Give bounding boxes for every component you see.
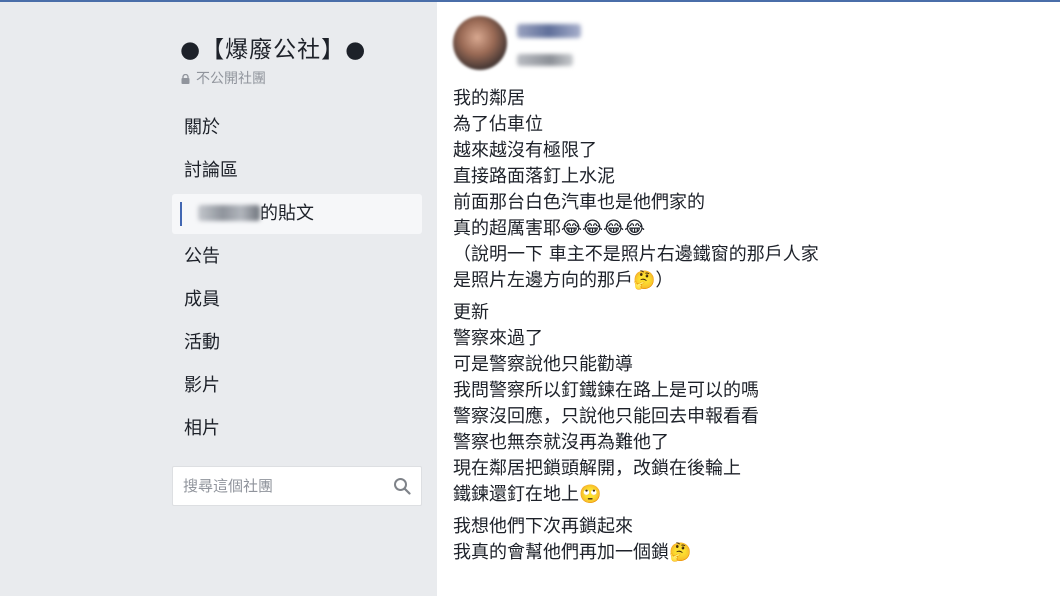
sidebar-item-member-posts-label: 的貼文 (260, 203, 314, 224)
post-line: 警察來過了 (453, 328, 543, 349)
group-nav: 關於 討論區 的貼文 公告 成員 活動 影片 相片 (172, 108, 422, 452)
post-line: （說明一下 車主不是照片右邊鐵窗的那戶人家 (453, 244, 819, 265)
blurred-member-name (198, 205, 260, 221)
post-line: 我的鄰居 (453, 88, 525, 109)
sidebar-item-photos[interactable]: 相片 (172, 409, 422, 449)
group-search-box (172, 466, 422, 506)
post-line: 越來越沒有極限了 (453, 140, 597, 161)
lock-icon (181, 74, 190, 84)
post-line: 是照片左邊方向的那戶🤔） (453, 270, 674, 291)
sidebar-item-videos[interactable]: 影片 (172, 366, 422, 406)
post-paragraph: 更新 警察來過了 可是警察說他只能勸導 我問警察所以釘鐵鍊在路上是可以的嗎 警察… (453, 300, 1043, 508)
post-line: 更新 (453, 302, 489, 323)
post-paragraph: 我想他們下次再鎖起來 我真的會幫他們再加一個鎖🤔 (453, 514, 1043, 566)
post-line: 前面那台白色汽車也是他們家的 (453, 192, 705, 213)
post-line: 我問警察所以釘鐵鍊在路上是可以的嗎 (453, 380, 759, 401)
blurred-post-timestamp[interactable] (517, 54, 573, 66)
post-line: 可是警察說他只能勸導 (453, 354, 633, 375)
post-line: 真的超厲害耶😂😂😂😂 (453, 218, 646, 239)
post-line: 為了佔車位 (453, 114, 543, 135)
post-line: 鐵鍊還釘在地上🙄 (453, 484, 602, 505)
sidebar-item-discussion[interactable]: 討論區 (172, 151, 422, 191)
sidebar-item-announcements[interactable]: 公告 (172, 237, 422, 277)
sidebar-item-events[interactable]: 活動 (172, 323, 422, 363)
group-title[interactable]: ●【爆廢公社】● (180, 30, 366, 64)
post-line: 警察沒回應，只說他只能回去申報看看 (453, 406, 759, 427)
group-privacy-label: 不公開社團 (196, 71, 266, 87)
post-line: 我真的會幫他們再加一個鎖🤔 (453, 542, 692, 563)
sidebar-item-member-posts[interactable]: 的貼文 (172, 194, 422, 234)
post-line: 直接路面落釘上水泥 (453, 166, 615, 187)
post-card: 我的鄰居 為了佔車位 越來越沒有極限了 直接路面落釘上水泥 前面那台白色汽車也是… (437, 2, 1060, 596)
search-icon[interactable] (393, 477, 411, 495)
post-line: 警察也無奈就沒再為難他了 (453, 432, 669, 453)
post-body: 我的鄰居 為了佔車位 越來越沒有極限了 直接路面落釘上水泥 前面那台白色汽車也是… (453, 86, 1043, 572)
post-line: 我想他們下次再鎖起來 (453, 516, 633, 537)
post-paragraph: 我的鄰居 為了佔車位 越來越沒有極限了 直接路面落釘上水泥 前面那台白色汽車也是… (453, 86, 1043, 294)
group-privacy: 不公開社團 (181, 68, 266, 88)
sidebar-item-about[interactable]: 關於 (172, 108, 422, 148)
post-line: 現在鄰居把鎖頭解開，改鎖在後輪上 (453, 458, 741, 479)
search-input[interactable] (183, 475, 383, 497)
blurred-author-name[interactable] (517, 24, 581, 38)
sidebar-item-members[interactable]: 成員 (172, 280, 422, 320)
group-sidebar: ●【爆廢公社】● 不公開社團 關於 討論區 的貼文 公告 成員 活動 影片 相片 (0, 2, 437, 596)
avatar[interactable] (453, 16, 507, 70)
